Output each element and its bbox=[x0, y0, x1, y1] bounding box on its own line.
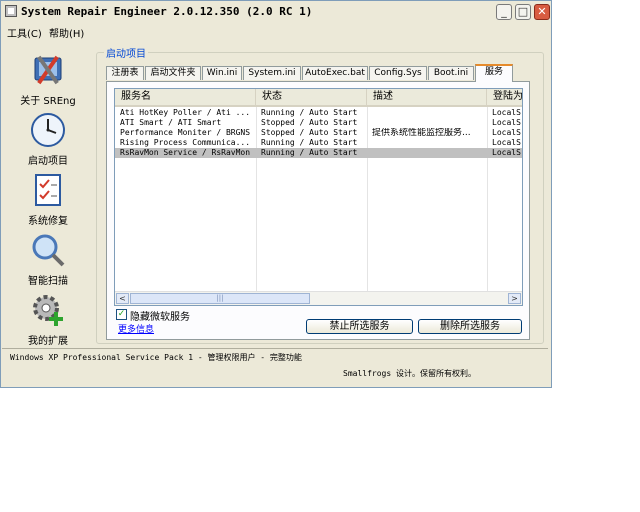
tab-autoexec-bat[interactable]: AutoExec.bat bbox=[302, 66, 368, 80]
cell-status: Stopped / Auto Start bbox=[261, 128, 358, 137]
title-bar[interactable]: System Repair Engineer 2.0.12.350 (2.0 R… bbox=[1, 1, 551, 23]
services-list[interactable]: 服务名 状态 描述 登陆为 Ati HotKey Poller / Ati ..… bbox=[114, 88, 523, 306]
hide-ms-services-label[interactable]: 隐藏微软服务 bbox=[130, 308, 190, 323]
nav-label: 关于 SREng bbox=[20, 96, 76, 107]
scroll-thumb[interactable]: ||| bbox=[130, 293, 310, 304]
cell-logon: LocalS bbox=[492, 128, 521, 137]
cell-status: Stopped / Auto Start bbox=[261, 118, 358, 127]
cell-logon: LocalS bbox=[492, 138, 521, 147]
maximize-button[interactable]: □ bbox=[515, 4, 531, 20]
close-button[interactable]: ✕ bbox=[534, 4, 550, 20]
table-row[interactable]: Ati HotKey Poller / Ati ... Running / Au… bbox=[115, 108, 522, 118]
nav-item-about[interactable]: 关于 SREng bbox=[4, 48, 92, 107]
nav-item-repair[interactable]: 系统修复 bbox=[4, 168, 92, 227]
horizontal-scrollbar[interactable]: < ||| > bbox=[115, 291, 522, 305]
cell-status: Running / Auto Start bbox=[261, 148, 358, 157]
disable-selected-service-button[interactable]: 禁止所选服务 bbox=[306, 319, 413, 334]
status-separator bbox=[2, 348, 548, 349]
nav-label: 智能扫描 bbox=[28, 276, 68, 287]
nav-label: 启动项目 bbox=[28, 156, 68, 167]
tab-system-ini[interactable]: System.ini bbox=[243, 66, 301, 80]
scroll-left-button[interactable]: < bbox=[116, 293, 129, 304]
cell-service-name: Ati HotKey Poller / Ati ... bbox=[120, 108, 251, 117]
menu-bar: 工具(C) 帮助(H) bbox=[1, 23, 551, 41]
cell-logon: LocalS bbox=[492, 108, 521, 117]
cell-status: Running / Auto Start bbox=[261, 138, 358, 147]
clock-icon bbox=[31, 113, 65, 147]
tab-registry[interactable]: 注册表 bbox=[106, 66, 144, 80]
tools-icon bbox=[34, 55, 62, 85]
nav-label: 系统修复 bbox=[28, 216, 68, 227]
nav-item-startup[interactable]: 启动项目 bbox=[4, 108, 92, 167]
tab-win-ini[interactable]: Win.ini bbox=[202, 66, 242, 80]
cell-service-name: Performance Moniter / BRGNS bbox=[120, 128, 251, 137]
menu-tools[interactable]: 工具(C) bbox=[7, 25, 42, 40]
table-row-selected[interactable]: RsRavMon Service / RsRavMon Running / Au… bbox=[115, 148, 522, 158]
tab-boot-ini[interactable]: Boot.ini bbox=[428, 66, 474, 80]
status-system-info: Windows XP Professional Service Pack 1 -… bbox=[10, 353, 302, 362]
cell-status: Running / Auto Start bbox=[261, 108, 358, 117]
cell-service-name: ATI Smart / ATI Smart bbox=[120, 118, 222, 127]
cell-service-name: RsRavMon Service / RsRavMon bbox=[120, 148, 251, 157]
cell-logon: LocalS bbox=[492, 118, 521, 127]
table-row[interactable]: ATI Smart / ATI Smart Stopped / Auto Sta… bbox=[115, 118, 522, 128]
tab-services[interactable]: 服务 bbox=[475, 64, 513, 82]
scroll-right-button[interactable]: > bbox=[508, 293, 521, 304]
window-title: System Repair Engineer 2.0.12.350 (2.0 R… bbox=[21, 5, 313, 18]
cell-description: 提供系统性能监控服务... bbox=[372, 128, 471, 138]
menu-help[interactable]: 帮助(H) bbox=[49, 25, 84, 40]
list-header: 服务名 状态 描述 登陆为 bbox=[115, 89, 522, 107]
tab-config-sys[interactable]: Config.Sys bbox=[369, 66, 427, 80]
col-header-logon[interactable]: 登陆为 bbox=[487, 89, 522, 107]
col-header-service-name[interactable]: 服务名 bbox=[115, 89, 256, 107]
nav-item-scan[interactable]: 智能扫描 bbox=[4, 228, 92, 287]
nav-panel: 关于 SREng 启动项目 系统修复 智能扫描 我的扩展 bbox=[4, 42, 92, 347]
table-row[interactable]: Performance Moniter / BRGNS Stopped / Au… bbox=[115, 128, 522, 138]
nav-item-extensions[interactable]: 我的扩展 bbox=[4, 288, 92, 347]
more-info-link[interactable]: 更多信息 bbox=[118, 322, 154, 335]
cell-description bbox=[367, 148, 487, 158]
magnifier-icon bbox=[32, 234, 65, 267]
col-header-status[interactable]: 状态 bbox=[256, 89, 367, 107]
cell-description bbox=[367, 118, 487, 128]
delete-selected-service-button[interactable]: 删除所选服务 bbox=[418, 319, 522, 334]
col-header-description[interactable]: 描述 bbox=[367, 89, 487, 107]
hide-ms-services-checkbox[interactable]: ✓ bbox=[116, 309, 127, 320]
cell-description bbox=[367, 108, 487, 118]
table-row[interactable]: Rising Process Communica... Running / Au… bbox=[115, 138, 522, 148]
checklist-icon bbox=[35, 174, 61, 206]
status-copyright: Smallfrogs 设计。保留所有权利。 bbox=[343, 369, 476, 378]
nav-label: 我的扩展 bbox=[28, 336, 68, 347]
gear-plus-icon bbox=[33, 295, 63, 326]
group-title: 启动项目 bbox=[104, 45, 148, 60]
cell-service-name: Rising Process Communica... bbox=[120, 138, 251, 147]
app-icon bbox=[5, 5, 17, 17]
minimize-button[interactable]: _ bbox=[496, 4, 512, 20]
tab-startup-folder[interactable]: 启动文件夹 bbox=[145, 66, 201, 80]
cell-description bbox=[367, 138, 487, 148]
cell-logon: LocalS bbox=[492, 148, 521, 157]
